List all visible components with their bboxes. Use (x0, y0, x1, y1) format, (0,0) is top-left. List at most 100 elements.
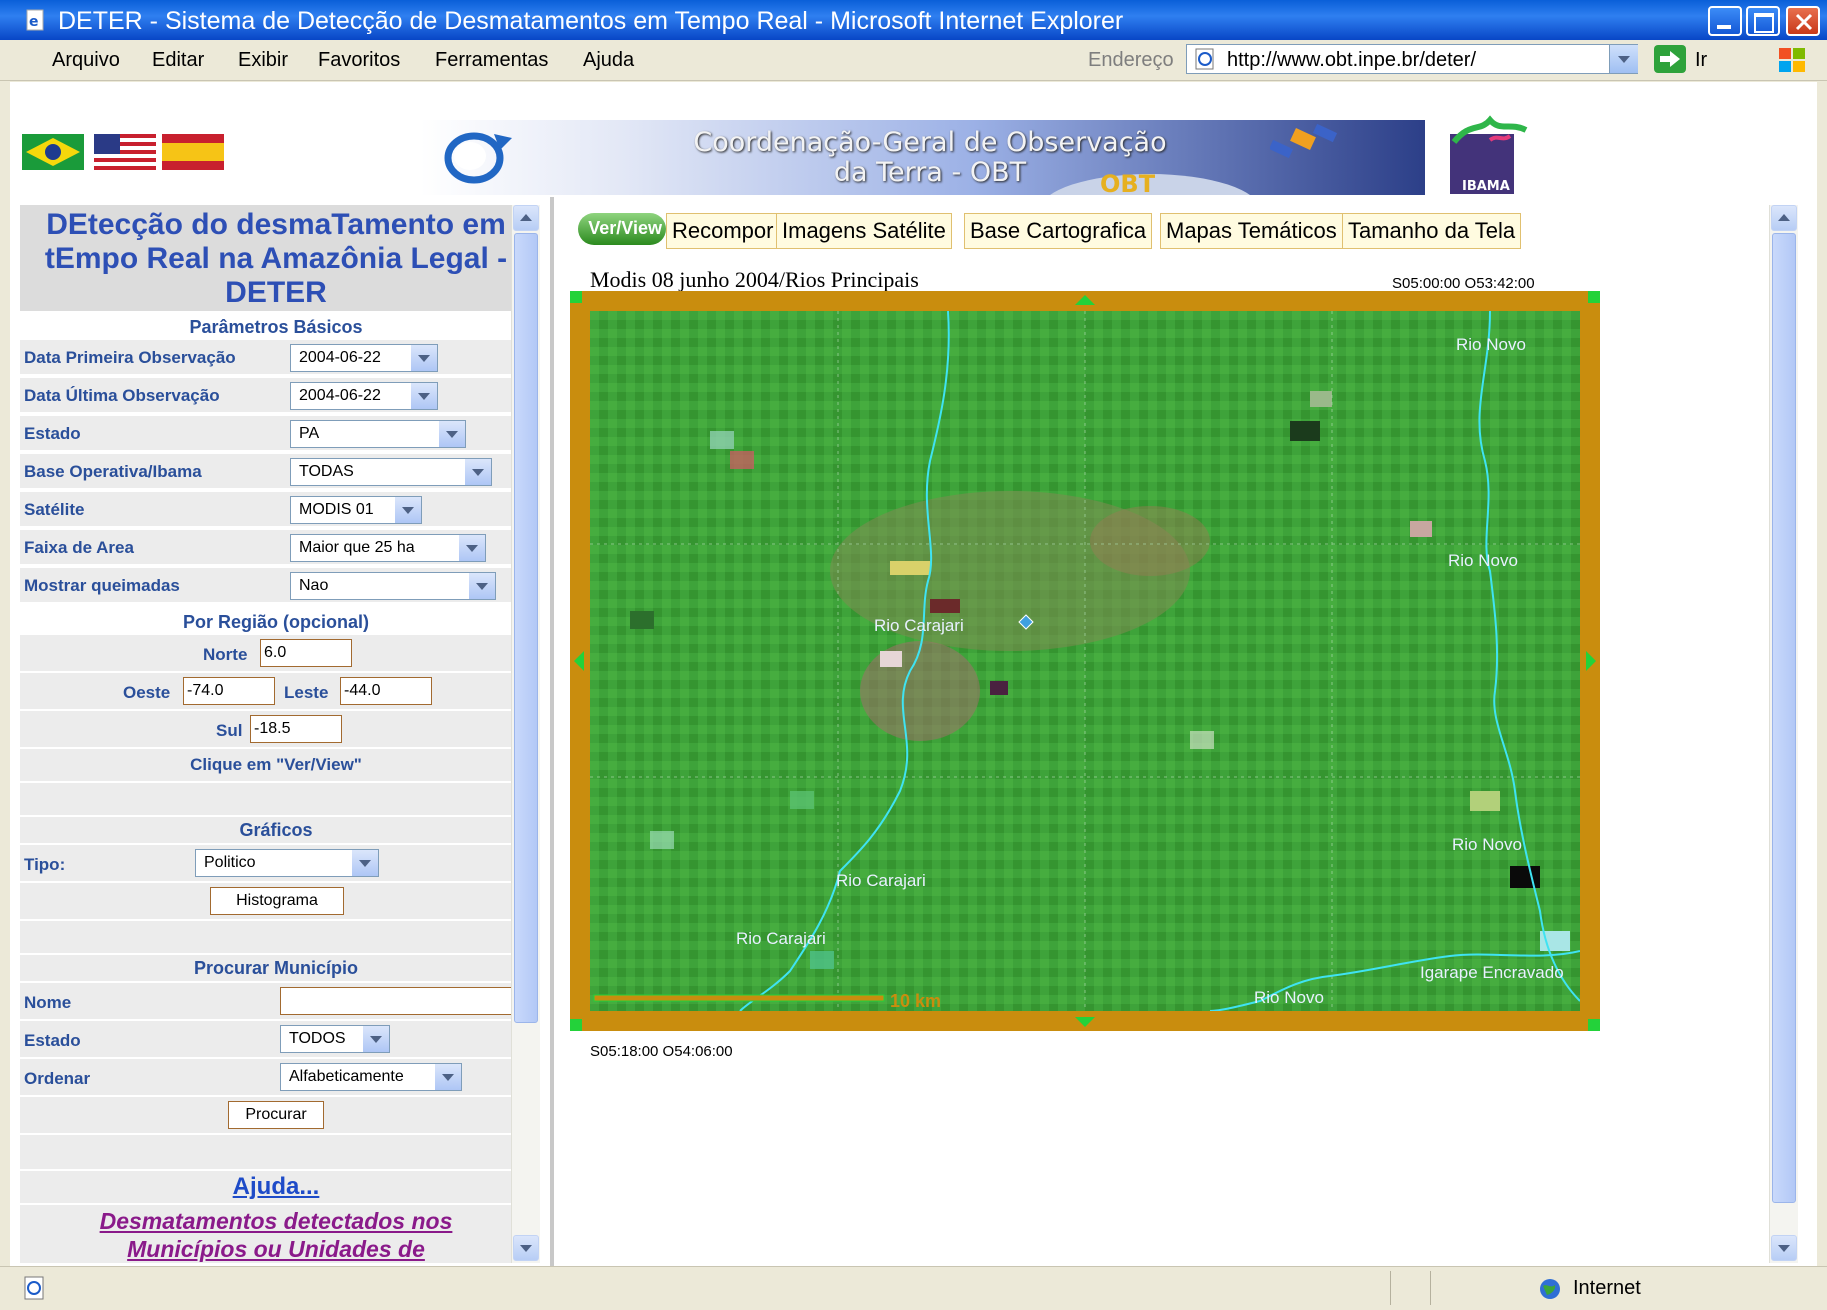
ordenar-select[interactable]: Alfabeticamente (280, 1063, 462, 1091)
pan-down-arrow-icon[interactable] (1075, 1015, 1095, 1029)
river-label: Rio Novo (1456, 335, 1526, 354)
procurar-button[interactable]: Procurar (228, 1101, 324, 1129)
last-date-select[interactable]: 2004-06-22 (290, 382, 438, 410)
chevron-up-icon (520, 214, 532, 221)
tipo-label: Tipo: (24, 855, 66, 874)
tab-recompor[interactable]: Recompor (666, 213, 780, 249)
menu-editar[interactable]: Editar (152, 49, 204, 72)
chevron-down-icon (465, 459, 491, 485)
tab-ver-view[interactable]: Ver/View (578, 213, 666, 245)
region-norte-row: Norte 6.0 (20, 635, 532, 673)
municipio-header: Procurar Município (193, 958, 359, 978)
oeste-value: -74.0 (187, 682, 224, 699)
menu-arquivo[interactable]: Arquivo (52, 49, 120, 72)
municipio-estado-select[interactable]: TODOS (280, 1025, 390, 1053)
estado-label: Estado (24, 424, 81, 443)
web-page: Coordenação-Geral de Observação da Terra… (10, 82, 1817, 1266)
field-row-queimadas: Mostrar queimadas Nao (20, 568, 532, 604)
scroll-down-button[interactable] (513, 1235, 539, 1261)
tab-base-cartografica[interactable]: Base Cartografica (964, 213, 1153, 249)
close-button[interactable] (1786, 6, 1820, 36)
scroll-up-button[interactable] (1771, 205, 1797, 231)
window-title-bar[interactable]: e DETER - Sistema de Detecção de Desmata… (0, 0, 1827, 40)
sul-input[interactable]: -18.5 (250, 715, 342, 743)
last-date-label: Data Última Observação (24, 386, 220, 405)
maximize-button[interactable] (1746, 6, 1780, 36)
base-operativa-select[interactable]: TODAS (290, 458, 492, 486)
coord-top-right: S05:00:00 O53:42:00 (1392, 275, 1535, 292)
estado-select[interactable]: PA (290, 420, 466, 448)
pan-corner-sw-icon[interactable] (570, 1019, 582, 1031)
globe-image: OBT (1050, 170, 1250, 195)
pan-left-arrow-icon[interactable] (572, 651, 586, 671)
chevron-down-icon (352, 850, 378, 876)
window-title: DETER - Sistema de Detecção de Desmatame… (58, 7, 1124, 35)
first-date-label: Data Primeira Observação (24, 348, 236, 367)
pan-up-arrow-icon[interactable] (1075, 293, 1095, 307)
pan-right-arrow-icon[interactable] (1584, 651, 1598, 671)
region-hint-row: Clique em "Ver/View" (20, 749, 532, 783)
status-divider (1430, 1271, 1431, 1305)
minimize-button[interactable] (1708, 6, 1742, 36)
nome-input[interactable] (280, 987, 516, 1015)
status-divider (1390, 1271, 1391, 1305)
left-panel-scrollbar[interactable] (511, 205, 540, 1263)
ordenar-value: Alfabeticamente (289, 1068, 404, 1085)
river-label: Rio Novo (1254, 988, 1324, 1007)
map-scale-label: 10 km (890, 991, 941, 1011)
spain-flag-icon[interactable] (162, 134, 224, 170)
tab-mapas-tematicos[interactable]: Mapas Temáticos (1160, 213, 1343, 249)
tipo-select[interactable]: Politico (195, 849, 379, 877)
scroll-thumb[interactable] (514, 233, 538, 1023)
queimadas-select[interactable]: Nao (290, 572, 496, 600)
leste-input[interactable]: -44.0 (340, 677, 432, 705)
go-button[interactable] (1654, 45, 1686, 73)
oeste-label: Oeste (123, 683, 171, 702)
obt-banner: Coordenação-Geral de Observação da Terra… (420, 120, 1425, 195)
pan-corner-nw-icon[interactable] (570, 291, 582, 303)
faixa-area-label: Faixa de Area (24, 538, 134, 557)
satelite-select[interactable]: MODIS 01 (290, 496, 422, 524)
menu-ajuda[interactable]: Ajuda (583, 49, 634, 72)
scroll-thumb[interactable] (1772, 233, 1796, 1203)
status-bar: Internet (0, 1266, 1827, 1310)
go-label[interactable]: Ir (1695, 49, 1707, 72)
first-date-select[interactable]: 2004-06-22 (290, 344, 438, 372)
satellite-map[interactable]: 10 km Rio Novo Rio Novo Rio Carajari Rio… (590, 311, 1580, 1011)
brazil-flag-icon[interactable] (22, 134, 84, 170)
norte-label: Norte (203, 645, 248, 664)
arrow-right-icon (1660, 51, 1680, 67)
oeste-input[interactable]: -74.0 (183, 677, 275, 705)
deter-title: DEtecção do desmaTamento em tEmpo Real n… (44, 208, 508, 309)
desmatamentos-link[interactable]: Desmatamentos detectados nos Municípios … (20, 1207, 532, 1263)
maximize-icon (1754, 13, 1774, 33)
scroll-up-button[interactable] (513, 205, 539, 231)
pan-corner-se-icon[interactable] (1588, 1019, 1600, 1031)
tab-imagens-satelite[interactable]: Imagens Satélite (776, 213, 952, 249)
address-dropdown-button[interactable] (1609, 45, 1638, 73)
scroll-down-button[interactable] (1771, 1235, 1797, 1261)
chevron-down-icon (411, 345, 437, 371)
last-date-value: 2004-06-22 (299, 387, 381, 404)
menu-favoritos[interactable]: Favoritos (318, 49, 400, 72)
menu-ferramentas[interactable]: Ferramentas (435, 49, 548, 72)
queimadas-label: Mostrar queimadas (24, 576, 180, 595)
menu-exibir[interactable]: Exibir (238, 49, 288, 72)
histograma-button[interactable]: Histograma (210, 887, 344, 915)
chevron-down-icon (459, 535, 485, 561)
svg-text:e: e (29, 14, 39, 30)
usa-flag-icon[interactable] (94, 134, 156, 170)
satelite-value: MODIS 01 (299, 501, 374, 518)
nome-label: Nome (24, 993, 72, 1012)
address-url: http://www.obt.inpe.br/deter/ (1227, 49, 1477, 71)
procurar-row: Procurar (20, 1097, 532, 1135)
faixa-area-select[interactable]: Maior que 25 ha (290, 534, 486, 562)
right-panel-scrollbar[interactable] (1769, 205, 1798, 1263)
norte-input[interactable]: 6.0 (260, 639, 352, 667)
address-bar[interactable]: http://www.obt.inpe.br/deter/ (1186, 44, 1638, 74)
ajuda-link[interactable]: Ajuda... (20, 1173, 532, 1201)
pan-corner-ne-icon[interactable] (1588, 291, 1600, 303)
satelite-label: Satélite (24, 500, 85, 519)
tab-tamanho-tela[interactable]: Tamanho da Tela (1342, 213, 1522, 249)
leste-label: Leste (284, 683, 329, 702)
